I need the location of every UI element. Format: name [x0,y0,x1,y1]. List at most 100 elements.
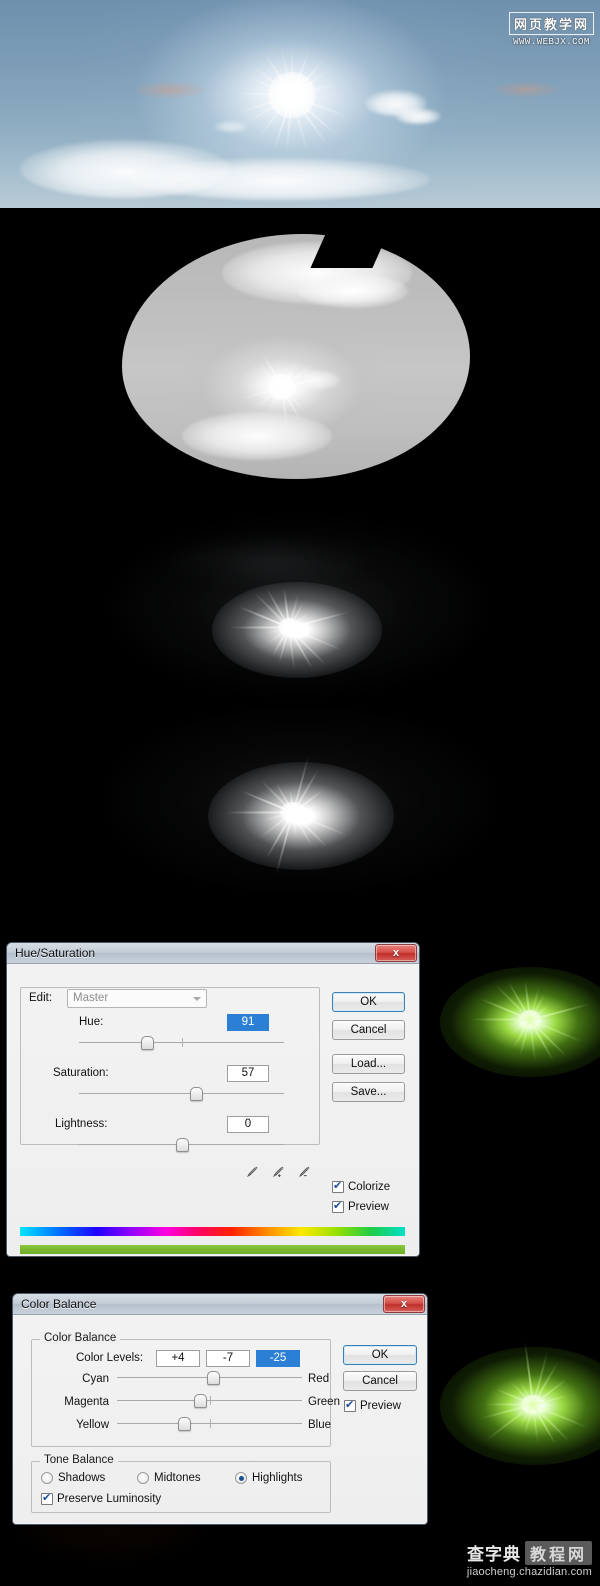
cloud-bottom-band [130,158,430,200]
preserve-luminosity-checkbox[interactable]: Preserve Luminosity [41,1491,162,1505]
save-button[interactable]: Save... [332,1082,405,1102]
saturation-slider-track [79,1093,284,1094]
gray-sun-core [268,374,296,400]
yellow-label: Yellow [76,1419,109,1431]
saturation-slider-thumb[interactable] [189,1087,203,1101]
color-level-blue-field[interactable]: -25 [256,1350,300,1367]
hue-spectrum-bar [20,1227,405,1236]
color-balance-group-label: Color Balance [40,1332,121,1344]
lightness-value-field[interactable]: 0 [227,1116,269,1133]
ok-button[interactable]: OK [343,1345,417,1365]
watermark-bottom-url: jiaocheng.chazidian.com [466,1566,592,1578]
preserve-luminosity-label: Preserve Luminosity [57,1493,162,1505]
edit-label: Edit: [29,992,53,1004]
green-label: Green [308,1396,340,1408]
dialog-title: Hue/Saturation [15,946,96,960]
sun-core [268,72,316,118]
hue-slider-tick [181,1038,183,1047]
preview-label: Preview [348,1201,389,1213]
cancel-button[interactable]: Cancel [343,1371,417,1391]
highlights-radio[interactable] [235,1472,247,1484]
tone-option-midtones[interactable]: Midtones [137,1472,201,1484]
oval-selection-shape [122,234,470,479]
preserve-luminosity-checkbox-box[interactable] [41,1491,53,1505]
dark-cloud-haze [170,540,370,582]
highlights-label: Highlights [252,1472,303,1484]
lens-flare-right [495,82,557,97]
yellow-blue-slider-tick [209,1419,211,1428]
green-burst-glow-2 [440,1347,600,1465]
preview-checkbox-box[interactable] [344,1398,356,1412]
preview-checkbox-box[interactable] [332,1199,344,1213]
magenta-label: Magenta [64,1396,109,1408]
color-level-green-field[interactable]: -7 [206,1350,250,1367]
watermark-bottom: 查字典 教程网 jiaocheng.chazidian.com [467,1540,592,1578]
eyedropper-minus-icon[interactable] [297,1164,312,1179]
watermark-top-url: WWW.WEBJX.COM [513,37,590,47]
watermark-bottom-cn1: 查字典 [466,1545,521,1564]
hue-saturation-dialog[interactable]: Hue/Saturation x Edit: Master Hue: 91 Sa… [6,942,420,1257]
edit-channel-dropdown[interactable]: Master [67,989,207,1008]
preview-checkbox[interactable]: Preview [332,1199,389,1213]
hue-label: Hue: [79,1016,104,1028]
color-balance-body: Color Balance Color Levels: +4 -7 -25 Cy… [13,1315,427,1513]
gray-cloud-bottom [182,412,332,460]
saturation-value-field[interactable]: 57 [227,1065,269,1082]
cyan-label: Cyan [82,1373,109,1385]
saturation-slider[interactable] [79,1087,284,1101]
cyan-red-slider[interactable] [117,1371,302,1385]
color-balance-dialog[interactable]: Color Balance x Color Balance Color Leve… [12,1293,428,1525]
lightness-label: Lightness: [55,1118,108,1130]
watermark-top-cn: 网页教学网 [508,12,594,35]
close-button[interactable]: x [375,944,417,962]
color-balance-titlebar[interactable]: Color Balance x [13,1294,427,1315]
color-levels-label: Color Levels: [76,1352,144,1364]
cyan-red-slider-thumb[interactable] [207,1371,221,1385]
midtones-radio[interactable] [137,1472,149,1484]
sun-core-bright [280,802,306,822]
chevron-down-icon [193,997,201,1001]
tone-option-shadows[interactable]: Shadows [41,1472,105,1484]
blue-label: Blue [308,1419,332,1431]
sun-core-dark [278,618,300,636]
hue-slider[interactable] [79,1036,284,1050]
load-button[interactable]: Load... [332,1054,405,1074]
yellow-blue-slider-thumb[interactable] [177,1417,191,1431]
lightness-slider-thumb[interactable] [175,1138,189,1152]
eyedropper-plus-icon[interactable] [271,1164,286,1179]
color-level-red-field[interactable]: +4 [156,1350,200,1367]
ok-button[interactable]: OK [332,992,405,1012]
tone-balance-group [31,1461,331,1513]
magenta-green-slider-tick [209,1396,211,1405]
close-button[interactable]: x [383,1295,425,1313]
preview-label: Preview [360,1400,401,1412]
lightness-slider[interactable] [79,1138,284,1152]
lens-flare-left [135,82,205,98]
gray-cloud-top2 [298,274,408,308]
magenta-green-slider-thumb[interactable] [194,1394,208,1408]
magenta-green-slider[interactable] [117,1394,302,1408]
colorize-checkbox-box[interactable] [332,1179,344,1193]
yellow-blue-slider[interactable] [117,1417,302,1431]
panel-desaturated-oval-selection [0,208,600,512]
dialog-title: Color Balance [21,1297,97,1311]
colorize-checkbox[interactable]: Colorize [332,1179,391,1193]
hue-saturation-titlebar[interactable]: Hue/Saturation x [7,943,419,964]
cancel-button[interactable]: Cancel [332,1020,405,1040]
shadows-radio[interactable] [41,1472,53,1484]
hue-slider-thumb[interactable] [140,1036,154,1050]
tone-option-highlights[interactable]: Highlights [235,1472,303,1484]
cloud-right-tiny [395,108,441,124]
preview-checkbox[interactable]: Preview [344,1398,401,1412]
gray-cloud-mid [290,370,340,390]
tutorial-image: Hue/Saturation x Edit: Master Hue: 91 Sa… [0,0,600,1586]
tone-balance-group-label: Tone Balance [40,1454,118,1466]
eyedropper-icon[interactable] [245,1164,260,1179]
colorize-label: Colorize [348,1181,391,1193]
hue-value-field[interactable]: 91 [227,1014,269,1031]
midtones-label: Midtones [154,1472,201,1484]
red-label: Red [308,1373,330,1385]
hue-saturation-body: Edit: Master Hue: 91 Saturation: 57 Ligh… [7,964,419,1254]
result-color-bar [20,1245,405,1254]
panel-brightened-sun-burst [0,704,600,912]
